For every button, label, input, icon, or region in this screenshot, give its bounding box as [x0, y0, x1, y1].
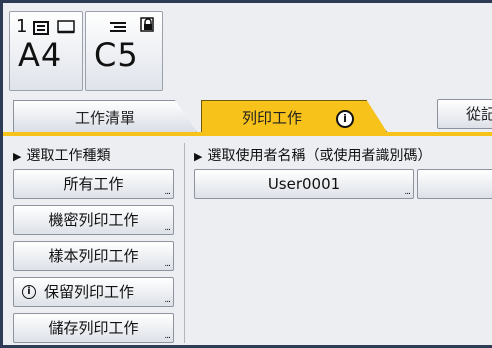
user-button[interactable]: User0001... [194, 169, 414, 199]
lock-icon [140, 17, 154, 32]
tray-c5-button[interactable]: C5 [85, 11, 163, 91]
tab-label: 工作清單 [74, 109, 135, 127]
printer-screen: 1 A4 C5 工作清單 列印工作 i 從記 ▶ 選取工作種類 所有工作 ...… [3, 3, 492, 345]
tab-label: 列印工作 [242, 109, 303, 127]
all-jobs-button[interactable]: 所有工作... [13, 169, 174, 199]
tray-a4-button[interactable]: 1 A4 [9, 11, 83, 91]
info-icon: i [22, 285, 36, 299]
tab-underline [3, 132, 492, 136]
job-type-heading: ▶ 選取工作種類 [13, 148, 111, 164]
user-button[interactable] [417, 169, 492, 199]
tray-number: 1 [16, 16, 28, 37]
more-icon: ... [164, 259, 171, 269]
document-stack-icon [33, 21, 49, 35]
hold-print-button[interactable]: i 保留列印工作 ... [13, 277, 174, 307]
more-icon: ... [164, 295, 171, 305]
sample-print-button[interactable]: 樣本列印工作... [13, 241, 174, 271]
paper-icon [57, 20, 75, 34]
tab-print-job[interactable]: 列印工作 i [201, 100, 387, 132]
pane-divider [184, 143, 185, 343]
more-icon: ... [164, 223, 171, 233]
info-icon: i [336, 110, 354, 128]
more-icon: ... [404, 187, 411, 197]
triangle-right-icon: ▶ [194, 150, 203, 163]
tray-size-label: A4 [18, 36, 63, 74]
top-right-button[interactable]: 從記 [437, 99, 492, 129]
more-icon: ... [164, 187, 171, 197]
user-select-heading: ▶ 選取使用者名稱（或使用者識別碼） [194, 148, 432, 164]
envelope-icon [110, 22, 126, 32]
triangle-right-icon: ▶ [13, 150, 22, 163]
tray-size-label: C5 [94, 36, 139, 74]
more-icon: ... [164, 331, 171, 341]
tab-job-list[interactable]: 工作清單 [13, 100, 197, 132]
secure-print-button[interactable]: 機密列印工作... [13, 205, 174, 235]
stored-print-button[interactable]: 儲存列印工作... [13, 313, 174, 343]
